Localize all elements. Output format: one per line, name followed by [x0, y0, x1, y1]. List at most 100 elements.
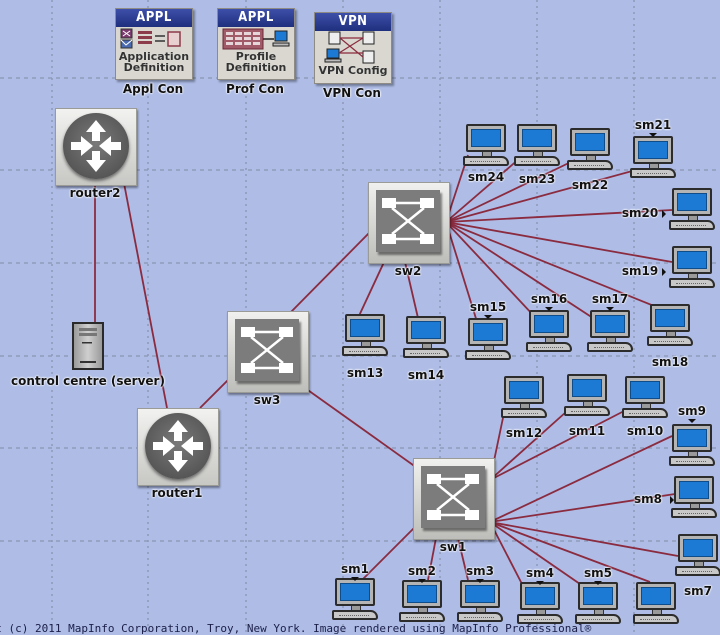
- sm14-label: sm14: [407, 368, 445, 382]
- keyboard-icon: [514, 156, 560, 166]
- link-router1-sw3[interactable]: [199, 379, 229, 409]
- sm11-label: sm11: [568, 424, 606, 438]
- sm9-workstation[interactable]: [669, 424, 715, 468]
- switch-icon: [421, 466, 485, 528]
- sm4-workstation[interactable]: [517, 582, 563, 626]
- sm2-workstation[interactable]: [399, 580, 445, 624]
- link-sw1-sm6[interactable]: [489, 521, 651, 583]
- port-arrow-icon: [688, 419, 696, 423]
- monitor-icon: [504, 376, 544, 404]
- link-sw3-sw2[interactable]: [287, 231, 371, 316]
- control-centre-server[interactable]: [72, 322, 104, 370]
- monitor-icon: [520, 582, 560, 610]
- keyboard-icon: [675, 566, 720, 576]
- router1-router[interactable]: [137, 408, 219, 486]
- sm6-workstation[interactable]: [633, 582, 679, 626]
- keyboard-icon: [501, 408, 547, 418]
- appl-con-object[interactable]: APPL Application Definition: [115, 8, 193, 80]
- vpn-config-icon: [315, 31, 391, 64]
- monitor-icon: [402, 580, 442, 608]
- monitor-icon: [529, 310, 569, 338]
- link-sw2-sm19[interactable]: [445, 221, 673, 263]
- sm1-workstation[interactable]: [332, 578, 378, 622]
- sm11-workstation[interactable]: [564, 374, 610, 418]
- sm10-workstation[interactable]: [622, 376, 668, 420]
- keyboard-icon: [457, 612, 503, 622]
- keyboard-icon: [630, 168, 676, 178]
- network-canvas[interactable]: APPL Application Definition Appl Con APPL Pro…: [0, 0, 720, 635]
- control-centre-label: control centre (server): [11, 374, 165, 388]
- server-icon: [79, 328, 97, 363]
- link-sw3-sw1[interactable]: [304, 387, 421, 471]
- sm9-label: sm9: [678, 404, 706, 418]
- link-sw2-sm22[interactable]: [445, 159, 576, 223]
- sm17-label: sm17: [591, 292, 629, 306]
- sm3-label: sm3: [466, 564, 494, 578]
- sm5-label: sm5: [584, 566, 612, 580]
- monitor-icon: [674, 476, 714, 504]
- sw3-switch[interactable]: [227, 311, 309, 393]
- sm13-workstation[interactable]: [342, 314, 388, 358]
- port-arrow-icon: [536, 581, 544, 585]
- monitor-icon: [672, 246, 712, 274]
- router2-label: router2: [69, 186, 121, 200]
- monitor-icon: [345, 314, 385, 342]
- sm10-label: sm10: [626, 424, 664, 438]
- keyboard-icon: [332, 610, 378, 620]
- sw3-label: sw3: [253, 393, 281, 407]
- monitor-icon: [672, 424, 712, 452]
- link-sw2-sm17[interactable]: [445, 221, 597, 321]
- sm15-workstation[interactable]: [465, 318, 511, 362]
- config-band-title: APPL: [116, 9, 192, 27]
- sm22-workstation[interactable]: [567, 128, 613, 172]
- prof-con-object[interactable]: APPL Profile Definition: [217, 8, 295, 80]
- link-sw2-sm13[interactable]: [357, 259, 386, 319]
- sw2-switch[interactable]: [368, 182, 450, 264]
- router-icon: [145, 413, 211, 479]
- monitor-icon: [406, 316, 446, 344]
- sm18-workstation[interactable]: [647, 304, 693, 348]
- port-arrow-icon: [484, 315, 492, 319]
- router2-router[interactable]: [55, 108, 137, 186]
- sm23-workstation[interactable]: [514, 124, 560, 168]
- monitor-icon: [590, 310, 630, 338]
- config-caption: Definition: [225, 61, 287, 74]
- profile-definition-icon: [218, 27, 294, 51]
- config-caption: Definition: [123, 61, 185, 74]
- port-arrow-icon: [606, 307, 614, 311]
- router-icon: [63, 113, 129, 179]
- keyboard-icon: [403, 348, 449, 358]
- vpn-con-object[interactable]: VPN VPN Config: [314, 12, 392, 84]
- sm16-workstation[interactable]: [526, 310, 572, 354]
- sm3-workstation[interactable]: [457, 580, 503, 624]
- sm7-label: sm7: [684, 584, 712, 598]
- port-arrow-icon: [476, 579, 484, 583]
- monitor-icon: [633, 136, 673, 164]
- keyboard-icon: [463, 156, 509, 166]
- keyboard-icon: [633, 614, 679, 624]
- sm12-workstation[interactable]: [501, 376, 547, 420]
- sm7-workstation[interactable]: [675, 534, 720, 578]
- sm8-workstation[interactable]: [671, 476, 717, 520]
- link-sw1-sm10[interactable]: [489, 409, 627, 481]
- sw1-switch[interactable]: [413, 458, 495, 540]
- keyboard-icon: [567, 160, 613, 170]
- sm19-workstation[interactable]: [669, 246, 715, 290]
- sm20-workstation[interactable]: [669, 188, 715, 232]
- sm18-label: sm18: [651, 355, 689, 369]
- sm5-workstation[interactable]: [575, 582, 621, 626]
- sm4-label: sm4: [526, 566, 554, 580]
- sm15-label: sm15: [469, 300, 507, 314]
- application-definition-icon: [116, 27, 192, 51]
- sm17-workstation[interactable]: [587, 310, 633, 354]
- monitor-icon: [517, 124, 557, 152]
- sm23-label: sm23: [518, 172, 556, 186]
- sm19-label: sm19: [621, 264, 659, 278]
- switch-icon: [235, 319, 299, 381]
- monitor-icon: [335, 578, 375, 606]
- link-sw1-sm7[interactable]: [489, 521, 679, 557]
- sm21-workstation[interactable]: [630, 136, 676, 180]
- sm14-workstation[interactable]: [403, 316, 449, 360]
- sm24-workstation[interactable]: [463, 124, 509, 168]
- port-arrow-icon: [662, 268, 666, 276]
